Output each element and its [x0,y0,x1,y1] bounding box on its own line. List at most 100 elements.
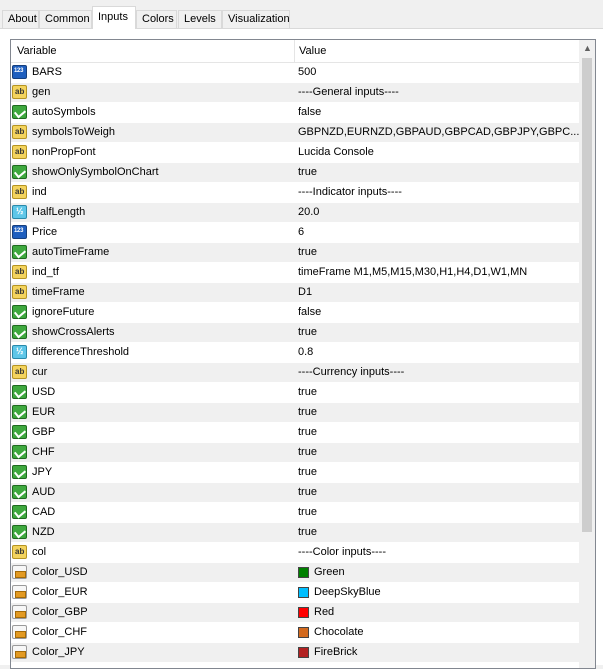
value-cell[interactable]: true [298,163,581,182]
color-swatch [298,587,309,598]
value-text: Green [314,566,345,578]
variable-name: gen [32,86,51,98]
variable-name: ind_tf [32,266,59,278]
value-cell[interactable]: 20.0 [298,203,581,222]
double-icon [12,205,27,219]
color-swatch [298,647,309,658]
variable-cell: showOnlySymbolOnChart [11,163,295,182]
table-row[interactable]: Price 6 [11,223,581,243]
table-row[interactable]: GBP true [11,423,581,443]
table-row[interactable]: CHF true [11,443,581,463]
variable-cell: HalfLength [11,203,295,222]
scrollbar-thumb[interactable] [582,58,592,532]
table-row[interactable]: JPY true [11,463,581,483]
value-cell[interactable]: true [298,383,581,402]
table-row[interactable]: cur ----Currency inputs---- [11,363,581,383]
table-row[interactable]: nonPropFont Lucida Console [11,143,581,163]
table-row[interactable]: NZD true [11,523,581,543]
variable-cell: Color_USD [11,563,295,582]
value-cell[interactable]: true [298,243,581,262]
table-row[interactable]: USD true [11,383,581,403]
value-text: Red [314,606,335,618]
tab-about[interactable]: About [2,10,39,28]
value-cell[interactable]: ----General inputs---- [298,83,581,102]
string-icon [12,285,27,299]
table-row[interactable]: ignoreFuture false [11,303,581,323]
table-row[interactable]: EUR true [11,403,581,423]
table-row[interactable]: Color_JPY FireBrick [11,643,581,663]
value-cell[interactable]: true [298,443,581,462]
value-cell[interactable]: true [298,483,581,502]
table-row[interactable]: autoTimeFrame true [11,243,581,263]
scroll-up-arrow-icon[interactable]: ▲ [580,40,595,57]
value-cell[interactable]: ----Currency inputs---- [298,363,581,382]
value-cell[interactable]: 0.8 [298,343,581,362]
table-row[interactable]: HalfLength 20.0 [11,203,581,223]
bool-icon [12,425,27,439]
value-cell[interactable]: 6 [298,223,581,242]
vertical-scrollbar[interactable]: ▲ [579,40,595,668]
table-row[interactable]: AUD true [11,483,581,503]
value-cell[interactable]: true [298,403,581,422]
value-cell[interactable]: true [298,523,581,542]
value-cell[interactable]: Lucida Console [298,143,581,162]
table-row[interactable]: Color_USD Green [11,563,581,583]
value-cell[interactable]: D1 [298,283,581,302]
value-cell[interactable]: GBPNZD,EURNZD,GBPAUD,GBPCAD,GBPJPY,GBPC.… [298,123,581,142]
table-row[interactable]: showCrossAlerts true [11,323,581,343]
variable-name: HalfLength [32,206,86,218]
value-cell[interactable]: timeFrame M1,M5,M15,M30,H1,H4,D1,W1,MN [298,263,581,282]
value-cell[interactable]: 500 [298,63,581,82]
tab-colors[interactable]: Colors [136,10,177,28]
variable-cell: nonPropFont [11,143,295,162]
variable-name: timeFrame [32,286,85,298]
column-header-variable[interactable]: Variable [11,40,295,62]
table-row[interactable]: symbolsToWeigh GBPNZD,EURNZD,GBPAUD,GBPCA… [11,123,581,143]
bool-icon [12,325,27,339]
value-cell[interactable]: Red [298,603,581,622]
column-header-value[interactable]: Value [295,40,581,62]
table-row[interactable]: col ----Color inputs---- [11,543,581,563]
table-row[interactable]: ind_tf timeFrame M1,M5,M15,M30,H1,H4,D1,W… [11,263,581,283]
value-cell[interactable]: true [298,323,581,342]
variable-name: ignoreFuture [32,306,95,318]
table-row[interactable]: BARS 500 [11,63,581,83]
variable-name: autoTimeFrame [32,246,110,258]
value-cell[interactable]: false [298,103,581,122]
variable-name: col [32,546,47,558]
value-cell[interactable]: true [298,463,581,482]
value-cell[interactable]: Green [298,563,581,582]
bool-icon [12,385,27,399]
value-cell[interactable]: DeepSkyBlue [298,583,581,602]
table-row[interactable]: Color_CHF Chocolate [11,623,581,643]
table-row[interactable]: ind ----Indicator inputs---- [11,183,581,203]
variable-cell: showCrossAlerts [11,323,295,342]
value-cell[interactable]: Chocolate [298,623,581,642]
variable-name: Color_CHF [32,626,88,638]
tab-inputs[interactable]: Inputs [92,6,136,29]
value-cell[interactable]: ----Color inputs---- [298,543,581,562]
table-row[interactable]: autoSymbols false [11,103,581,123]
variable-cell: cur [11,363,295,382]
tab-levels[interactable]: Levels [178,10,222,28]
tab-bar: About Common Inputs Colors Levels Visualizati… [0,0,603,29]
inputs-grid: Variable Value BARS 500 gen ----General inp… [10,39,596,669]
variable-name: JPY [32,466,53,478]
table-row[interactable]: showOnlySymbolOnChart true [11,163,581,183]
variable-name: Price [32,226,58,238]
table-row[interactable]: Color_GBP Red [11,603,581,623]
table-row[interactable]: gen ----General inputs---- [11,83,581,103]
table-row[interactable]: Color_EUR DeepSkyBlue [11,583,581,603]
value-cell[interactable]: true [298,503,581,522]
tab-common[interactable]: Common [39,10,92,28]
tab-visualization[interactable]: Visualization [222,10,290,28]
value-cell[interactable]: FireBrick [298,643,581,662]
value-cell[interactable]: true [298,423,581,442]
value-cell[interactable]: false [298,303,581,322]
variable-name: autoSymbols [32,106,96,118]
table-row[interactable]: timeFrame D1 [11,283,581,303]
double-icon [12,345,27,359]
value-cell[interactable]: ----Indicator inputs---- [298,183,581,202]
table-row[interactable]: differenceThreshold 0.8 [11,343,581,363]
table-row[interactable]: CAD true [11,503,581,523]
